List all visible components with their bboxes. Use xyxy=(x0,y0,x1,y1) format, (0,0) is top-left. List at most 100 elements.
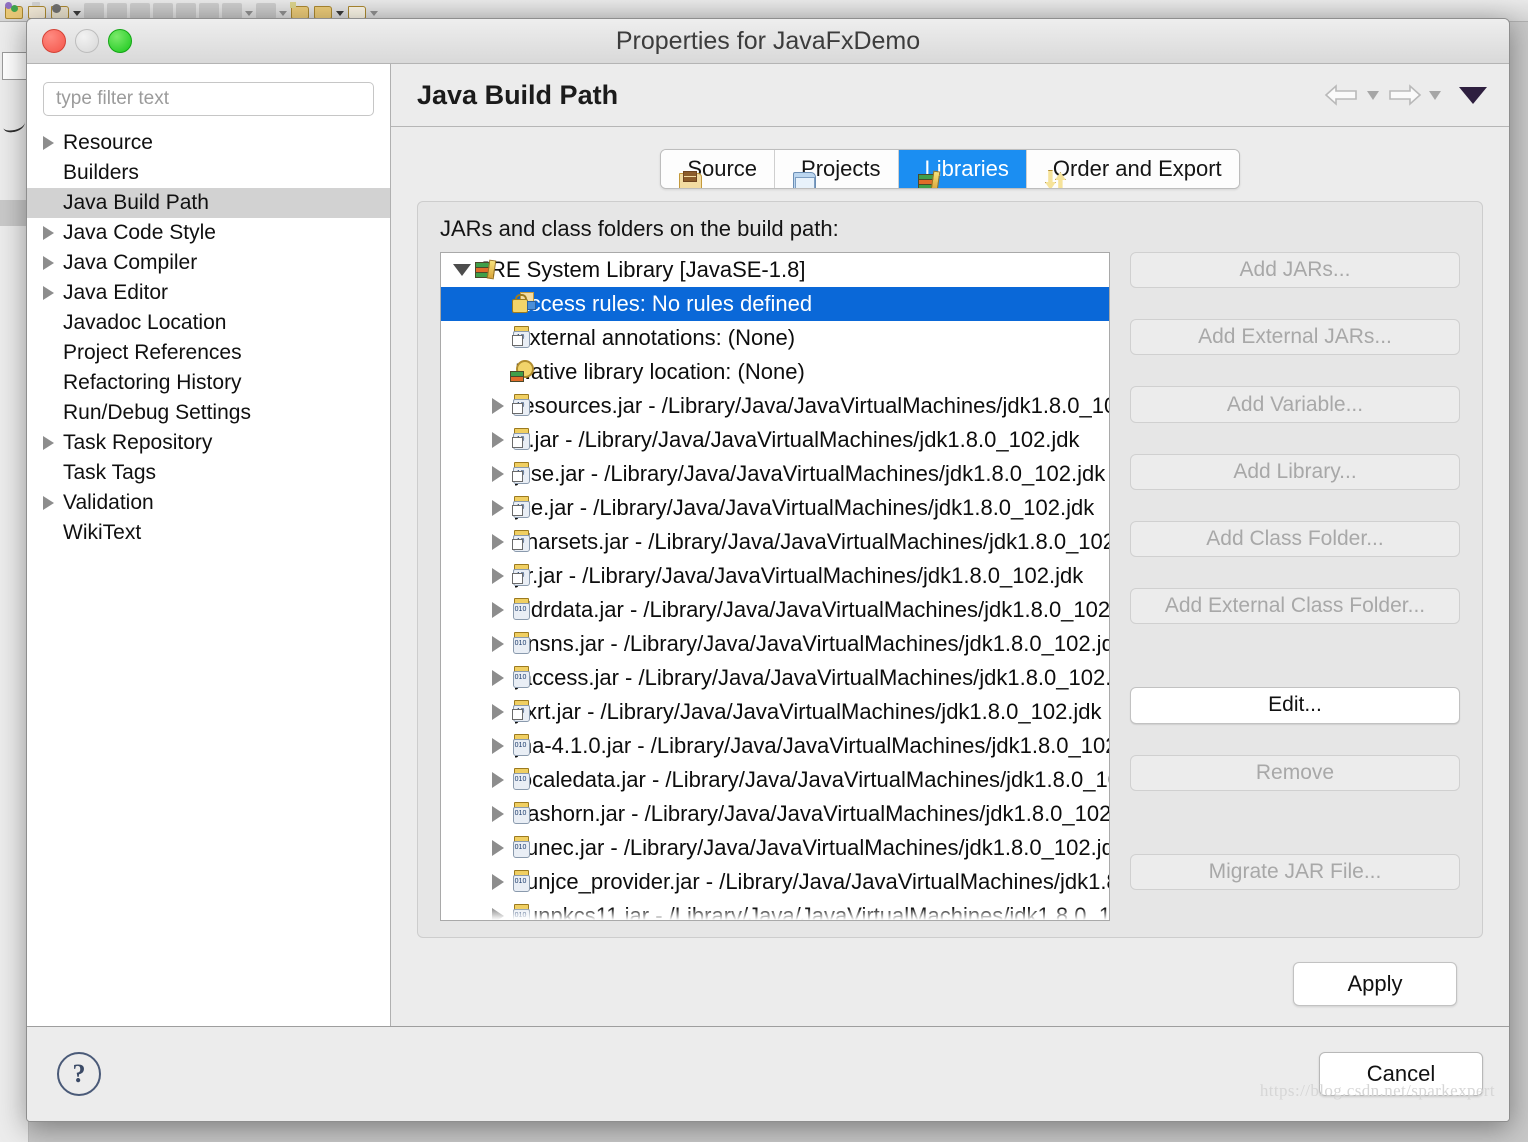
tab-libraries[interactable]: Libraries xyxy=(898,150,1027,188)
tree-row[interactable]: 10jce.jar - /Library/Java/JavaVirtualMac… xyxy=(441,491,1109,525)
chevron-right-icon[interactable] xyxy=(487,432,509,448)
brush-icon[interactable] xyxy=(50,2,70,20)
dialog-title: Properties for JavaFxDemo xyxy=(615,26,921,55)
sidebar-item-refactoring-history[interactable]: Refactoring History xyxy=(27,368,390,398)
chevron-right-icon[interactable] xyxy=(43,226,54,240)
sidebar-item-java-compiler[interactable]: Java Compiler xyxy=(27,248,390,278)
libraries-tree[interactable]: JRE System Library [JavaSE-1.8] Access ru… xyxy=(440,252,1110,921)
sidebar-item-java-code-style[interactable]: Java Code Style xyxy=(27,218,390,248)
export-folder-dropdown-caret[interactable] xyxy=(370,10,378,16)
close-button[interactable] xyxy=(42,29,66,53)
tree-row[interactable]: 10jfxrt.jar - /Library/Java/JavaVirtualM… xyxy=(441,695,1109,729)
refactor-icon xyxy=(222,2,242,19)
add-external-jars-button: Add External JARs... xyxy=(1130,319,1460,356)
sidebar-item-resource[interactable]: Resource xyxy=(27,128,390,158)
chevron-right-icon[interactable] xyxy=(487,738,509,754)
chevron-right-icon[interactable] xyxy=(487,670,509,686)
help-icon[interactable]: ? xyxy=(57,1052,101,1096)
back-arrow-icon[interactable] xyxy=(1323,82,1361,108)
tab-projects[interactable]: Projects xyxy=(775,150,899,188)
sidebar-item-run-debug-settings[interactable]: Run/Debug Settings xyxy=(27,398,390,428)
tree-row[interactable]: 010 dnsns.jar - /Library/Java/JavaVirtual… xyxy=(441,627,1109,661)
tree-row[interactable]: Access rules: No rules defined xyxy=(441,287,1109,321)
tree-row[interactable]: 010 cldrdata.jar - /Library/Java/JavaVirt… xyxy=(441,593,1109,627)
sidebar-item-builders[interactable]: Builders xyxy=(27,158,390,188)
sidebar-item-task-repository[interactable]: Task Repository xyxy=(27,428,390,458)
tree-row[interactable]: 10External annotations: (None) xyxy=(441,321,1109,355)
chevron-right-icon[interactable] xyxy=(43,286,54,300)
sidebar-item-validation[interactable]: Validation xyxy=(27,488,390,518)
jar-plain-icon: 010 xyxy=(509,767,530,793)
chevron-right-icon[interactable] xyxy=(487,500,509,516)
edit-button[interactable]: Edit... xyxy=(1130,687,1460,724)
tree-row-label: Access rules: No rules defined xyxy=(515,291,813,316)
tab-source[interactable]: Source xyxy=(661,150,776,188)
paste-icon[interactable] xyxy=(27,1,47,20)
export-folder-icon[interactable] xyxy=(347,2,367,20)
tree-row[interactable]: 10jsse.jar - /Library/Java/JavaVirtualMa… xyxy=(441,457,1109,491)
tree-row[interactable]: 10resources.jar - /Library/Java/JavaVirt… xyxy=(441,389,1109,423)
chevron-right-icon[interactable] xyxy=(487,908,509,920)
tree-row-label: sunec.jar - /Library/Java/JavaVirtualMac… xyxy=(515,835,1109,860)
sidebar-item-java-editor[interactable]: Java Editor xyxy=(27,278,390,308)
minimize-button[interactable] xyxy=(75,29,99,53)
filter-field-wrapper xyxy=(27,64,390,126)
tab-order-and-export[interactable]: Order and Export xyxy=(1026,150,1239,188)
refactor-dropdown-caret[interactable] xyxy=(245,10,253,16)
chevron-right-icon[interactable] xyxy=(487,772,509,788)
tree-row[interactable]: 10jfr.jar - /Library/Java/JavaVirtualMac… xyxy=(441,559,1109,593)
chevron-right-icon[interactable] xyxy=(487,874,509,890)
chevron-right-icon[interactable] xyxy=(43,496,54,510)
chevron-right-icon[interactable] xyxy=(487,806,509,822)
chevron-right-icon[interactable] xyxy=(43,256,54,270)
tree-row[interactable]: JRE System Library [JavaSE-1.8] xyxy=(441,253,1109,287)
brush-dropdown-caret[interactable] xyxy=(73,10,81,16)
zoom-button[interactable] xyxy=(108,29,132,53)
tree-row-label: jsse.jar - /Library/Java/JavaVirtualMach… xyxy=(515,461,1106,486)
new-folder-icon[interactable] xyxy=(290,1,310,20)
open-folder-dropdown-caret[interactable] xyxy=(336,10,344,16)
tree-row[interactable]: 010 localedata.jar - /Library/Java/JavaVi… xyxy=(441,763,1109,797)
chevron-right-icon[interactable] xyxy=(487,398,509,414)
chevron-right-icon[interactable] xyxy=(487,534,509,550)
tree-row[interactable]: 010 jna-4.1.0.jar - /Library/Java/JavaVir… xyxy=(441,729,1109,763)
open-folder-icon[interactable] xyxy=(313,2,333,20)
forward-dropdown-caret[interactable] xyxy=(1429,90,1441,100)
sidebar-item-label: Resource xyxy=(63,131,153,154)
sidebar-item-project-references[interactable]: Project References xyxy=(27,338,390,368)
tree-row[interactable]: 10rt.jar - /Library/Java/JavaVirtualMach… xyxy=(441,423,1109,457)
chevron-right-icon[interactable] xyxy=(487,568,509,584)
chevron-right-icon[interactable] xyxy=(487,602,509,618)
back-dropdown-caret[interactable] xyxy=(1367,90,1379,100)
tree-row[interactable]: 010 nashorn.jar - /Library/Java/JavaVirtu… xyxy=(441,797,1109,831)
view-menu-icon[interactable] xyxy=(1459,86,1487,104)
sidebar-item-java-build-path[interactable]: Java Build Path xyxy=(27,188,390,218)
run-dropdown-caret[interactable] xyxy=(279,10,287,16)
sidebar-item-task-tags[interactable]: Task Tags xyxy=(27,458,390,488)
chevron-right-icon[interactable] xyxy=(487,704,509,720)
forward-arrow-icon[interactable] xyxy=(1385,82,1423,108)
tree-row[interactable]: 10charsets.jar - /Library/Java/JavaVirtu… xyxy=(441,525,1109,559)
chevron-right-icon[interactable] xyxy=(43,136,54,150)
chevron-right-icon[interactable] xyxy=(487,466,509,482)
filter-input[interactable] xyxy=(43,82,374,116)
dialog-titlebar[interactable]: Properties for JavaFxDemo xyxy=(27,19,1509,64)
cancel-button[interactable]: Cancel xyxy=(1319,1052,1483,1096)
chevron-right-icon[interactable] xyxy=(43,436,54,450)
sidebar-item-label: Java Editor xyxy=(63,281,169,304)
chevron-right-icon[interactable] xyxy=(487,636,509,652)
sidebar-item-wikitext[interactable]: WikiText xyxy=(27,518,390,548)
tree-row[interactable]: 010 sunpkcs11.jar - /Library/Java/JavaVir… xyxy=(441,899,1109,920)
action-button-column: Add JARs... Add External JARs... Add Varia… xyxy=(1130,252,1460,921)
chevron-down-icon[interactable] xyxy=(451,264,473,276)
tree-row[interactable]: Native library location: (None) xyxy=(441,355,1109,389)
tree-row[interactable]: 010 jaccess.jar - /Library/Java/JavaVirtu… xyxy=(441,661,1109,695)
chevron-right-icon[interactable] xyxy=(487,840,509,856)
tree-row[interactable]: 010 sunec.jar - /Library/Java/JavaVirtual… xyxy=(441,831,1109,865)
shapes-icon[interactable] xyxy=(4,1,24,20)
jar-icon: 10 xyxy=(509,529,530,555)
tree-row-label: charsets.jar - /Library/Java/JavaVirtual… xyxy=(515,529,1109,554)
tree-row[interactable]: 010 sunjce_provider.jar - /Library/Java/J… xyxy=(441,865,1109,899)
apply-button[interactable]: Apply xyxy=(1293,962,1457,1006)
sidebar-item-javadoc-location[interactable]: Javadoc Location xyxy=(27,308,390,338)
